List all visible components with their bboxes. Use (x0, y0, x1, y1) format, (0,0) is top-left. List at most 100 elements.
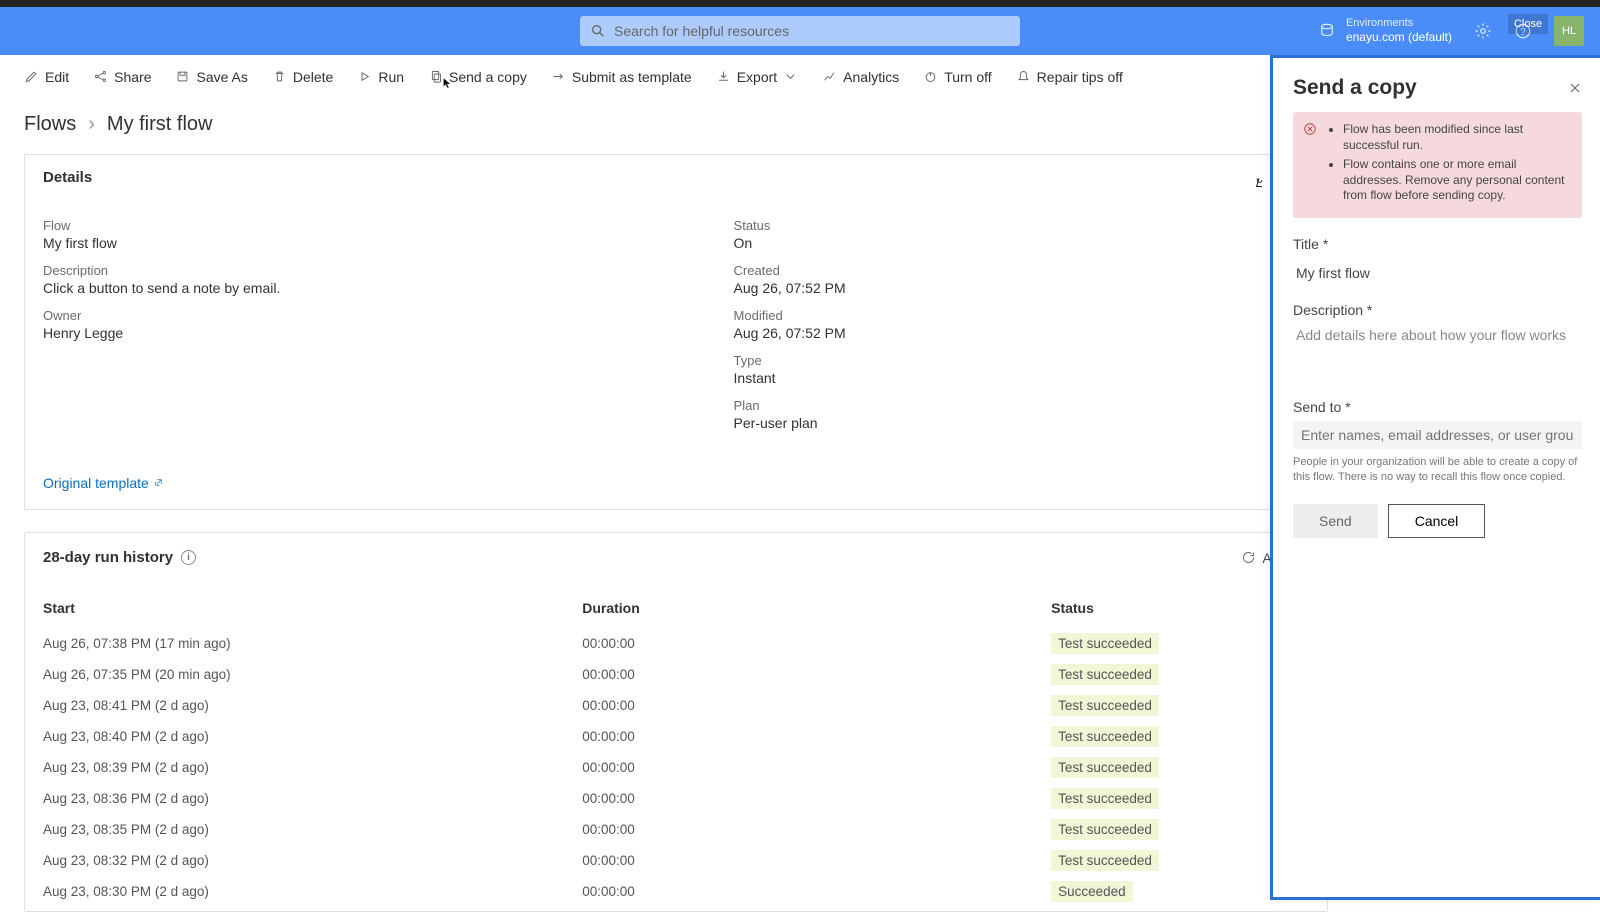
run-start: Aug 23, 08:39 PM (2 d ago) (43, 760, 582, 775)
sendto-input[interactable] (1293, 421, 1582, 449)
history-row[interactable]: Aug 26, 07:35 PM (20 min ago)00:00:00Tes… (43, 659, 1309, 690)
details-card: Details Edit Flow My first flow Descript… (24, 154, 1328, 510)
flow-value: My first flow (43, 235, 734, 251)
export-button[interactable]: Export (716, 69, 798, 85)
history-title: 28-day run history (43, 549, 173, 566)
env-label: Environments (1346, 17, 1452, 30)
run-start: Aug 23, 08:40 PM (2 d ago) (43, 729, 582, 744)
send-copy-button[interactable]: Send a copy (428, 69, 527, 85)
modified-label: Modified (734, 308, 1309, 323)
sendto-label: Send to * (1293, 399, 1582, 415)
history-row[interactable]: Aug 23, 08:32 PM (2 d ago)00:00:00Test s… (43, 845, 1309, 876)
panel-title: Send a copy (1293, 76, 1417, 100)
save-icon (175, 69, 190, 84)
environment-picker[interactable]: Environments enayu.com (default) (1318, 17, 1452, 45)
modified-value: Aug 26, 07:52 PM (734, 325, 1309, 341)
run-start: Aug 23, 08:32 PM (2 d ago) (43, 853, 582, 868)
global-header: Environments enayu.com (default) ? HL Cl… (0, 7, 1600, 55)
history-row[interactable]: Aug 23, 08:40 PM (2 d ago)00:00:00Test s… (43, 721, 1309, 752)
run-button[interactable]: Run (357, 69, 404, 85)
external-link-icon (153, 477, 164, 488)
run-status: Test succeeded (1051, 819, 1159, 840)
error-icon (1303, 122, 1317, 136)
history-row[interactable]: Aug 23, 08:35 PM (2 d ago)00:00:00Test s… (43, 814, 1309, 845)
run-duration: 00:00:00 (582, 698, 1051, 713)
run-duration: 00:00:00 (582, 667, 1051, 682)
env-name: enayu.com (default) (1346, 30, 1452, 44)
type-label: Type (734, 353, 1309, 368)
run-start: Aug 26, 07:38 PM (17 min ago) (43, 636, 582, 651)
history-row[interactable]: Aug 23, 08:39 PM (2 d ago)00:00:00Test s… (43, 752, 1309, 783)
run-duration: 00:00:00 (582, 822, 1051, 837)
run-start: Aug 26, 07:35 PM (20 min ago) (43, 667, 582, 682)
share-icon (93, 69, 108, 84)
col-duration: Duration (582, 600, 1051, 616)
run-status: Test succeeded (1051, 788, 1159, 809)
analytics-button[interactable]: Analytics (822, 69, 899, 85)
refresh-icon (1241, 550, 1256, 565)
export-icon (716, 69, 731, 84)
breadcrumb-current: My first flow (107, 113, 213, 136)
run-status: Test succeeded (1051, 633, 1159, 654)
submit-template-button[interactable]: Submit as template (551, 69, 692, 85)
plan-label: Plan (734, 398, 1309, 413)
created-value: Aug 26, 07:52 PM (734, 280, 1309, 296)
cancel-button[interactable]: Cancel (1388, 504, 1486, 538)
status-label: Status (734, 218, 1309, 233)
close-button[interactable]: Close (1508, 14, 1548, 34)
send-button[interactable]: Send (1293, 504, 1378, 538)
owner-label: Owner (43, 308, 734, 323)
gear-icon[interactable] (1474, 22, 1492, 40)
description-label: Description * (1293, 302, 1582, 318)
arrow-right-icon (551, 69, 566, 84)
trash-icon (272, 69, 287, 84)
history-row[interactable]: Aug 26, 07:38 PM (17 min ago)00:00:00Tes… (43, 628, 1309, 659)
details-title: Details (43, 169, 92, 186)
breadcrumb-root[interactable]: Flows (24, 113, 76, 136)
run-start: Aug 23, 08:30 PM (2 d ago) (43, 884, 582, 899)
turn-off-button[interactable]: Turn off (923, 69, 991, 85)
run-status: Test succeeded (1051, 726, 1159, 747)
col-start: Start (43, 600, 582, 616)
info-icon[interactable]: i (181, 550, 196, 565)
run-status: Test succeeded (1051, 850, 1159, 871)
run-start: Aug 23, 08:41 PM (2 d ago) (43, 698, 582, 713)
error-banner: Flow has been modified since last succes… (1293, 112, 1582, 218)
title-label: Title * (1293, 236, 1582, 252)
original-template-link[interactable]: Original template (43, 475, 164, 491)
history-row[interactable]: Aug 23, 08:30 PM (2 d ago)00:00:00Succee… (43, 876, 1309, 907)
edit-button[interactable]: Edit (24, 69, 69, 85)
run-history-card: 28-day run history i All runs Start Dura… (24, 532, 1328, 912)
copy-icon (428, 69, 443, 84)
repair-tips-button[interactable]: Repair tips off (1016, 69, 1123, 85)
created-label: Created (734, 263, 1309, 278)
run-status: Succeeded (1051, 881, 1133, 902)
database-icon (1318, 22, 1336, 40)
power-icon (923, 69, 938, 84)
error-item: Flow has been modified since last succes… (1343, 122, 1570, 153)
play-icon (357, 69, 372, 84)
type-value: Instant (734, 370, 1309, 386)
description-input[interactable] (1293, 324, 1582, 382)
error-item: Flow contains one or more email addresse… (1343, 157, 1570, 204)
status-value: On (734, 235, 1309, 251)
flow-label: Flow (43, 218, 734, 233)
run-status: Test succeeded (1051, 695, 1159, 716)
share-button[interactable]: Share (93, 69, 151, 85)
history-row[interactable]: Aug 23, 08:36 PM (2 d ago)00:00:00Test s… (43, 783, 1309, 814)
run-duration: 00:00:00 (582, 791, 1051, 806)
run-duration: 00:00:00 (582, 853, 1051, 868)
search-input[interactable] (580, 16, 1020, 46)
chart-icon (822, 69, 837, 84)
close-icon[interactable] (1568, 81, 1582, 95)
history-row[interactable]: Aug 23, 08:41 PM (2 d ago)00:00:00Test s… (43, 690, 1309, 721)
owner-value: Henry Legge (43, 325, 734, 341)
save-as-button[interactable]: Save As (175, 69, 247, 85)
title-input[interactable]: My first flow (1293, 258, 1582, 288)
user-avatar[interactable]: HL Close (1554, 16, 1584, 46)
chevron-down-icon (783, 69, 798, 84)
plan-value: Per-user plan (734, 415, 1309, 431)
run-duration: 00:00:00 (582, 760, 1051, 775)
delete-button[interactable]: Delete (272, 69, 333, 85)
pencil-icon (24, 69, 39, 84)
